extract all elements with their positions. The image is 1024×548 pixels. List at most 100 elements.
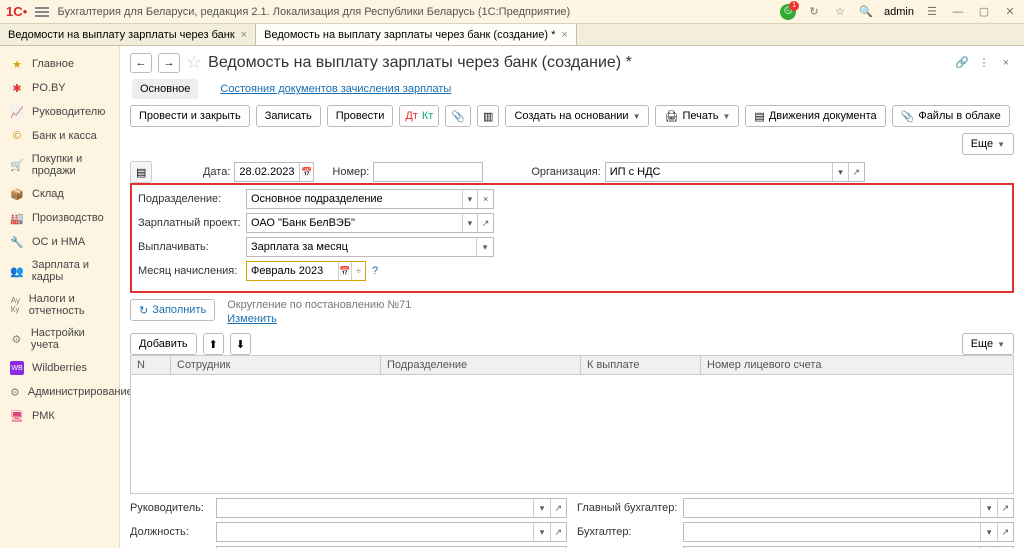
- subdiv-label: Подразделение:: [138, 193, 240, 205]
- notification-icon[interactable]: ⏲1: [780, 4, 796, 20]
- favorite-icon[interactable]: ☆: [186, 52, 202, 73]
- sidebar: ★Главное ✱PO.BY 📈Руководителю ©Банк и ка…: [0, 46, 120, 548]
- chief-acc-input[interactable]: [684, 499, 980, 517]
- sidebar-item-wb[interactable]: WBWildberries: [0, 356, 119, 380]
- col-employee[interactable]: Сотрудник: [171, 356, 381, 374]
- more-icon[interactable]: ⋮: [976, 55, 992, 71]
- acc-input[interactable]: [684, 523, 980, 541]
- tab-create[interactable]: Ведомость на выплату зарплаты через банк…: [256, 24, 577, 45]
- sidebar-item-assets[interactable]: 🔧ОС и НМА: [0, 230, 119, 254]
- position-input[interactable]: [217, 523, 533, 541]
- subtab-main[interactable]: Основное: [132, 79, 198, 99]
- sidebar-item-rmk[interactable]: 🖥РМК: [0, 404, 119, 428]
- dropdown-icon[interactable]: ▾: [832, 163, 848, 181]
- acc-label: Бухгалтер:: [577, 526, 677, 538]
- attach-icon[interactable]: 📎: [445, 105, 471, 127]
- more-button[interactable]: Еще ▼: [962, 133, 1014, 155]
- sidebar-item-manager[interactable]: 📈Руководителю: [0, 100, 119, 124]
- print-button[interactable]: 🖨 Печать ▼: [655, 105, 739, 127]
- col-n[interactable]: N: [131, 356, 171, 374]
- search-icon[interactable]: 🔍: [858, 4, 874, 20]
- dropdown-icon[interactable]: ▾: [980, 499, 996, 517]
- stepper-icon[interactable]: ÷: [351, 262, 365, 280]
- month-input[interactable]: [247, 262, 338, 280]
- project-input[interactable]: [247, 214, 462, 232]
- pay-input[interactable]: [247, 238, 476, 256]
- nav-back-button[interactable]: ←: [130, 53, 152, 73]
- open-icon[interactable]: ↗: [997, 523, 1013, 541]
- dropdown-icon[interactable]: ▾: [533, 523, 549, 541]
- add-button[interactable]: Добавить: [130, 333, 197, 355]
- head-input[interactable]: [217, 499, 533, 517]
- dropdown-icon[interactable]: ▾: [462, 214, 478, 232]
- sidebar-item-main[interactable]: ★Главное: [0, 52, 119, 76]
- conduct-close-button[interactable]: Провести и закрыть: [130, 105, 250, 127]
- close-icon[interactable]: ×: [561, 29, 567, 41]
- close-icon[interactable]: ×: [241, 29, 247, 41]
- movements-button[interactable]: ▤ Движения документа: [745, 105, 885, 127]
- dropdown-icon[interactable]: ▾: [476, 238, 493, 256]
- content-area: ← → ☆ Ведомость на выплату зарплаты чере…: [120, 46, 1024, 548]
- dt-kt-icon[interactable]: ДтКт: [399, 105, 439, 127]
- user-label[interactable]: admin: [884, 6, 914, 18]
- maximize-icon[interactable]: ▢: [976, 4, 992, 20]
- col-account[interactable]: Номер лицевого счета: [701, 356, 1013, 374]
- col-amount[interactable]: К выплате: [581, 356, 701, 374]
- minimize-icon[interactable]: —: [950, 4, 966, 20]
- move-up-icon[interactable]: ⬆: [203, 333, 224, 355]
- dropdown-icon[interactable]: ▾: [533, 499, 549, 517]
- help-icon[interactable]: ?: [372, 265, 378, 277]
- create-based-button[interactable]: Создать на основании ▼: [505, 105, 649, 127]
- structure-icon[interactable]: ▥: [477, 105, 499, 127]
- open-icon[interactable]: ↗: [477, 214, 493, 232]
- sidebar-item-admin[interactable]: ⚙Администрирование: [0, 380, 119, 404]
- conduct-button[interactable]: Провести: [327, 105, 394, 127]
- clear-icon[interactable]: ×: [477, 190, 493, 208]
- move-down-icon[interactable]: ⬇: [230, 333, 251, 355]
- settings-icon[interactable]: ☰: [924, 4, 940, 20]
- number-input[interactable]: [374, 163, 482, 181]
- dropdown-icon[interactable]: ▾: [462, 190, 478, 208]
- change-link[interactable]: Изменить: [227, 313, 277, 325]
- nav-forward-button[interactable]: →: [158, 53, 180, 73]
- open-icon[interactable]: ↗: [550, 523, 566, 541]
- col-subdiv[interactable]: Подразделение: [381, 356, 581, 374]
- favorite-icon[interactable]: ☆: [832, 4, 848, 20]
- subdiv-input[interactable]: [247, 190, 462, 208]
- more-button[interactable]: Еще ▼: [962, 333, 1014, 355]
- app-title: Бухгалтерия для Беларуси, редакция 2.1. …: [57, 6, 772, 18]
- calendar-icon[interactable]: 📅: [299, 163, 313, 181]
- close-icon[interactable]: ✕: [1002, 4, 1018, 20]
- table-body[interactable]: [130, 374, 1014, 494]
- org-input[interactable]: [606, 163, 832, 181]
- table-header: N Сотрудник Подразделение К выплате Номе…: [130, 355, 1014, 374]
- sidebar-item-sales[interactable]: 🛒Покупки и продажи: [0, 148, 119, 182]
- sidebar-item-settings[interactable]: ⚙Настройки учета: [0, 322, 119, 356]
- sidebar-item-warehouse[interactable]: 📦Склад: [0, 182, 119, 206]
- open-icon[interactable]: ↗: [997, 499, 1013, 517]
- month-label: Месяц начисления:: [138, 265, 240, 277]
- tab-list[interactable]: Ведомости на выплату зарплаты через банк…: [0, 24, 256, 45]
- open-icon[interactable]: ↗: [848, 163, 864, 181]
- date-label: Дата:: [170, 166, 230, 178]
- sidebar-item-salary[interactable]: 👥Зарплата и кадры: [0, 254, 119, 288]
- sidebar-item-tax[interactable]: АуКуНалоги и отчетность: [0, 288, 119, 322]
- top-right-controls: ⏲1 ↻ ☆ 🔍 admin ☰ — ▢ ✕: [780, 4, 1018, 20]
- link-icon[interactable]: 🔗: [954, 55, 970, 71]
- menu-icon[interactable]: [35, 7, 49, 17]
- subtab-states[interactable]: Состояния документов зачисления зарплаты: [212, 79, 459, 99]
- cloud-files-button[interactable]: 📎 Файлы в облаке: [892, 105, 1010, 127]
- sidebar-item-bank[interactable]: ©Банк и касса: [0, 124, 119, 148]
- save-button[interactable]: Записать: [256, 105, 321, 127]
- status-icon[interactable]: ▤: [130, 161, 152, 183]
- fill-button[interactable]: ↻ Заполнить: [130, 299, 215, 321]
- date-input[interactable]: [235, 163, 299, 181]
- sidebar-item-poby[interactable]: ✱PO.BY: [0, 76, 119, 100]
- close-icon[interactable]: ×: [998, 55, 1014, 71]
- history-icon[interactable]: ↻: [806, 4, 822, 20]
- open-icon[interactable]: ↗: [550, 499, 566, 517]
- sidebar-item-production[interactable]: 🏭Производство: [0, 206, 119, 230]
- position-label: Должность:: [130, 526, 210, 538]
- calendar-icon[interactable]: 📅: [338, 262, 352, 280]
- dropdown-icon[interactable]: ▾: [980, 523, 996, 541]
